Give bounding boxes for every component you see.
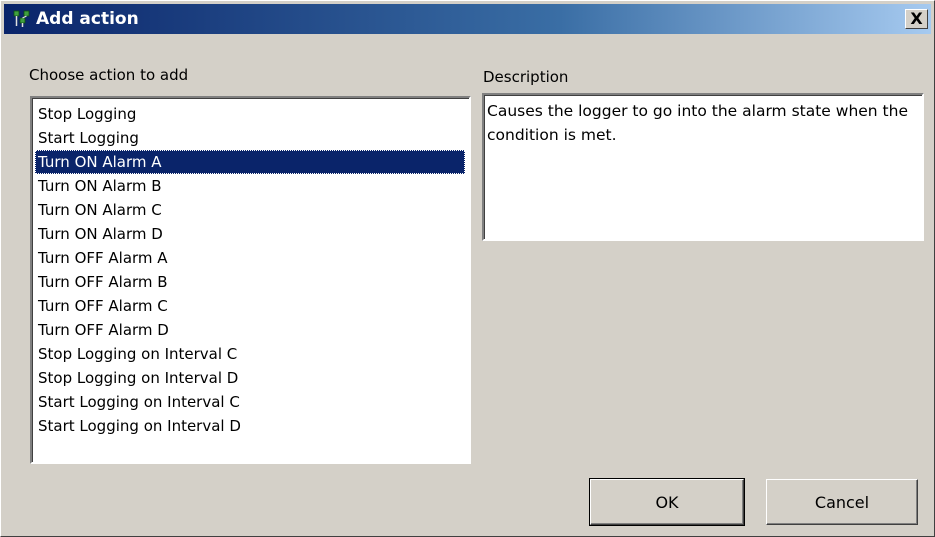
close-button[interactable]: X [905,9,928,29]
list-item[interactable]: Start Logging on Interval D [35,414,465,438]
add-action-dialog: Add action X Choose action to add Descri… [0,0,935,537]
list-item[interactable]: Start Logging on Interval C [35,390,465,414]
list-item[interactable]: Stop Logging on Interval C [35,342,465,366]
ok-button[interactable]: OK [589,478,745,526]
list-item[interactable]: Turn ON Alarm C [35,198,465,222]
cancel-button[interactable]: Cancel [766,479,918,525]
app-icon [13,10,31,28]
ok-button-label: OK [655,492,679,512]
list-item[interactable]: Turn OFF Alarm A [35,246,465,270]
close-icon: X [910,9,923,28]
description-label: Description [483,68,569,86]
actions-listbox[interactable]: Stop Logging Start Logging Turn ON Alarm A… [30,96,471,464]
window-title: Add action [36,9,139,29]
title-bar[interactable]: Add action X [4,4,931,34]
list-item[interactable]: Turn OFF Alarm D [35,318,465,342]
cancel-button-label: Cancel [814,492,870,512]
list-item[interactable]: Turn ON Alarm B [35,174,465,198]
choose-action-label: Choose action to add [29,66,189,84]
list-item[interactable]: Turn OFF Alarm B [35,270,465,294]
list-item[interactable]: Turn ON Alarm D [35,222,465,246]
description-text: Causes the logger to go into the alarm s… [487,102,908,144]
list-item[interactable]: Start Logging [35,126,465,150]
list-item[interactable]: Turn OFF Alarm C [35,294,465,318]
list-item[interactable]: Stop Logging on Interval D [35,366,465,390]
list-item[interactable]: Turn ON Alarm A [35,150,465,174]
list-item[interactable]: Stop Logging [35,102,465,126]
description-box: Causes the logger to go into the alarm s… [482,93,924,241]
